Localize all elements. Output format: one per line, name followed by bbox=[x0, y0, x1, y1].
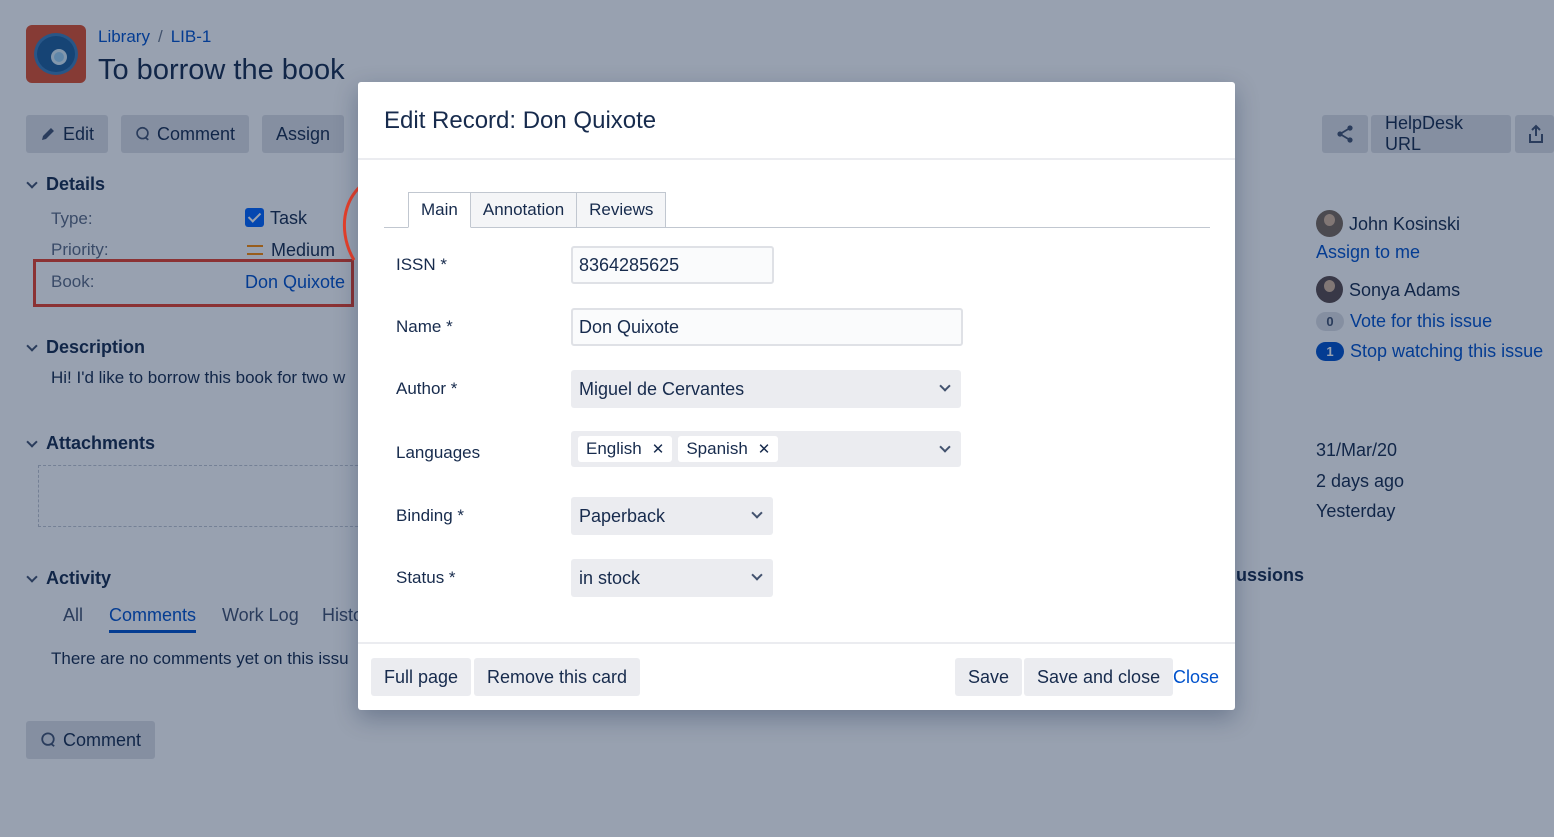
remove-card-button[interactable]: Remove this card bbox=[474, 658, 641, 696]
author-select[interactable]: Miguel de Cervantes bbox=[571, 370, 961, 408]
languages-label: Languages bbox=[396, 443, 481, 462]
name-input[interactable]: Don Quixote bbox=[571, 308, 963, 346]
chevron-down-icon bbox=[939, 380, 951, 392]
remove-tag-icon[interactable]: ✕ bbox=[652, 440, 665, 458]
language-tag: Spanish ✕ bbox=[678, 436, 779, 462]
save-button[interactable]: Save bbox=[955, 658, 1023, 696]
author-selected-value: Miguel de Cervantes bbox=[579, 378, 745, 399]
chevron-down-icon bbox=[939, 441, 951, 453]
status-selected-value: in stock bbox=[579, 567, 641, 588]
dialog-title: Edit Record: Don Quixote bbox=[384, 107, 657, 134]
language-tag-label: English bbox=[586, 439, 642, 458]
author-label: Author * bbox=[396, 379, 458, 398]
chevron-down-icon bbox=[751, 507, 763, 519]
status-select[interactable]: in stock bbox=[571, 559, 773, 597]
language-tag: English ✕ bbox=[578, 436, 673, 462]
status-label: Status * bbox=[396, 568, 456, 587]
issn-label: ISSN * bbox=[396, 255, 448, 274]
full-page-button[interactable]: Full page bbox=[371, 658, 472, 696]
tab-annotation[interactable]: Annotation bbox=[469, 192, 578, 228]
issn-input[interactable]: 8364285625 bbox=[571, 246, 774, 284]
remove-tag-icon[interactable]: ✕ bbox=[758, 440, 771, 458]
chevron-down-icon bbox=[751, 569, 763, 581]
tab-main[interactable]: Main bbox=[408, 192, 471, 228]
save-and-close-button[interactable]: Save and close bbox=[1024, 658, 1174, 696]
tab-reviews[interactable]: Reviews bbox=[576, 192, 667, 228]
language-tag-label: Spanish bbox=[686, 439, 748, 458]
dialog-header: Edit Record: Don Quixote bbox=[358, 82, 1235, 160]
binding-select[interactable]: Paperback bbox=[571, 497, 773, 535]
name-label: Name * bbox=[396, 317, 453, 336]
close-link[interactable]: Close bbox=[1173, 667, 1219, 688]
binding-label: Binding * bbox=[396, 506, 465, 525]
edit-record-dialog: Edit Record: Don Quixote Main Annotation… bbox=[358, 82, 1235, 710]
binding-selected-value: Paperback bbox=[579, 505, 666, 526]
languages-multiselect[interactable]: English ✕ Spanish ✕ bbox=[571, 431, 961, 467]
dialog-tabs: Main Annotation Reviews bbox=[408, 192, 667, 228]
